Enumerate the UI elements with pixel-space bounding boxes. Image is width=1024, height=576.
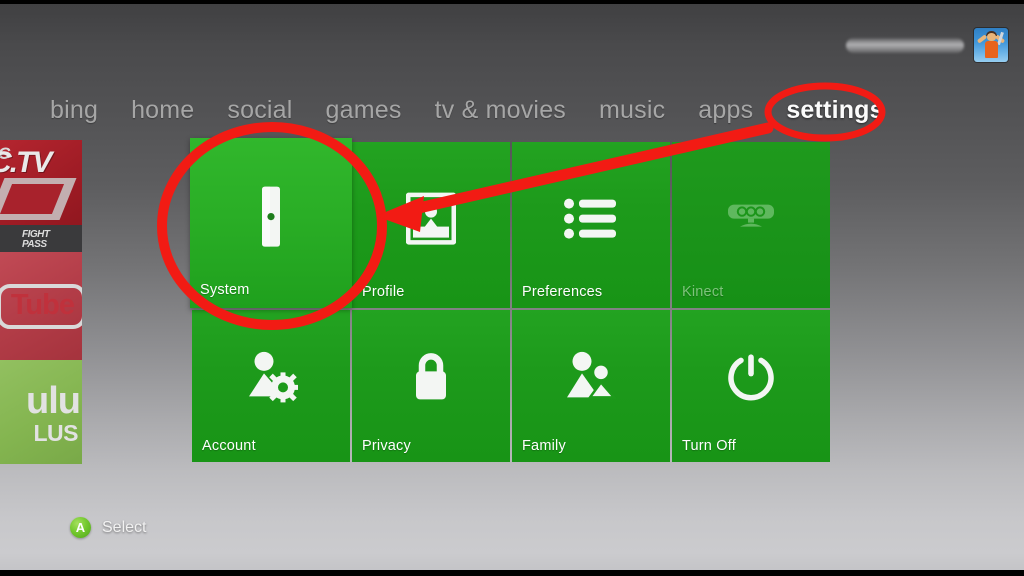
- hub-navigation: bing home social games tv & movies music…: [50, 96, 884, 125]
- tile-system[interactable]: System: [190, 138, 352, 308]
- tile-row-1: System Profile Preferences Kinect: [190, 138, 830, 308]
- ufc-fightpass-bar: FIGHT PASS: [0, 225, 82, 252]
- select-action-label: Select: [102, 518, 147, 536]
- tile-label-turn-off: Turn Off: [682, 438, 736, 454]
- tile-turn-off[interactable]: Turn Off: [672, 310, 830, 462]
- letterbox-bottom: [0, 570, 1024, 576]
- tile-label-privacy: Privacy: [362, 438, 411, 454]
- settings-tile-grid: System Profile Preferences Kinect Accoun…: [190, 138, 830, 462]
- avatar-head: [987, 33, 996, 41]
- tile-label-preferences: Preferences: [522, 284, 603, 300]
- button-hint-bar: A Select: [70, 517, 146, 538]
- xbox-dashboard-screen: bing home social games tv & movies music…: [0, 0, 1024, 576]
- nav-item-games[interactable]: games: [326, 96, 402, 125]
- nav-item-tv-movies[interactable]: tv & movies: [435, 96, 566, 125]
- nav-item-music[interactable]: music: [599, 96, 665, 125]
- nav-item-apps[interactable]: apps: [698, 96, 753, 125]
- xbox-console-icon: [190, 177, 352, 257]
- kinect-sensor-icon: [672, 179, 830, 259]
- tile-kinect[interactable]: Kinect: [672, 142, 830, 308]
- youtube-wordmark: Tube: [0, 283, 82, 329]
- topbar: [846, 28, 1008, 62]
- nav-item-settings[interactable]: settings: [786, 96, 883, 125]
- nav-item-home[interactable]: home: [131, 96, 194, 125]
- tile-privacy[interactable]: Privacy: [352, 310, 510, 462]
- hulu-wordmark: ulu: [26, 380, 81, 422]
- power-icon: [672, 336, 830, 416]
- tile-account[interactable]: Account: [192, 310, 350, 462]
- gamertag-redacted-bar: [846, 37, 964, 53]
- tile-label-family: Family: [522, 438, 566, 454]
- app-tile-youtube[interactable]: Tube: [0, 252, 82, 360]
- padlock-icon: [352, 336, 510, 416]
- person-gear-icon: [192, 336, 350, 416]
- ufc-fightpass-line2: PASS: [22, 239, 47, 250]
- tile-label-kinect: Kinect: [682, 284, 724, 300]
- tile-label-system: System: [200, 282, 250, 298]
- nav-item-bing[interactable]: bing: [50, 96, 98, 125]
- avatar[interactable]: [974, 28, 1008, 62]
- list-icon: [512, 179, 670, 259]
- app-tile-ufc-tv-fight-pass[interactable]: C C.TV FIGHT PASS: [0, 140, 82, 252]
- tile-preferences[interactable]: Preferences: [512, 142, 670, 308]
- nav-item-social[interactable]: social: [227, 96, 292, 125]
- tile-label-account: Account: [202, 438, 256, 454]
- tile-profile[interactable]: Profile: [352, 142, 510, 308]
- app-strip: C C.TV FIGHT PASS Tube ulu LUS: [0, 140, 82, 464]
- avatar-body: [985, 41, 998, 58]
- letterbox-top: [0, 0, 1024, 4]
- app-tile-hulu-plus[interactable]: ulu LUS: [0, 360, 82, 464]
- ufc-wordmark: C.TV: [0, 146, 52, 179]
- a-button-icon: A: [70, 517, 91, 538]
- tile-row-2: Account Privacy Family Turn Off: [192, 310, 830, 462]
- family-icon: [512, 336, 670, 416]
- hulu-plus-wordmark: LUS: [33, 420, 79, 446]
- tile-family[interactable]: Family: [512, 310, 670, 462]
- avatar-frame-icon: [352, 179, 510, 259]
- tile-label-profile: Profile: [362, 284, 405, 300]
